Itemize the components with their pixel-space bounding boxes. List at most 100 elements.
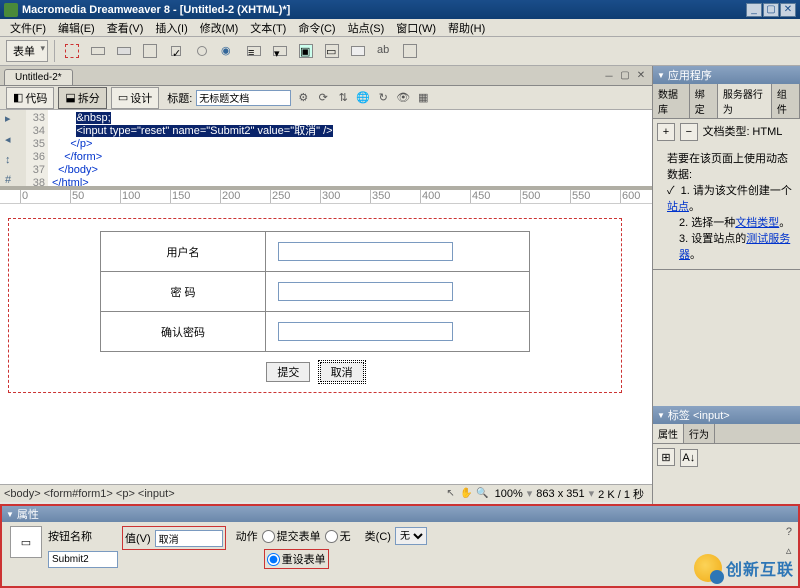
- server-behavior-help: 若要在该页面上使用动态数据: ✓ 1. 请为该文件创建一个站点。 2. 选择一种…: [653, 145, 800, 269]
- tab-behaviors[interactable]: 行为: [684, 424, 715, 443]
- page-title-input[interactable]: [196, 90, 291, 106]
- view-design-button[interactable]: ▭设计: [111, 87, 159, 109]
- doc-close-icon[interactable]: ✕: [634, 68, 648, 82]
- tab-components[interactable]: 组件: [772, 84, 800, 118]
- image-field-icon[interactable]: ▣: [295, 40, 317, 62]
- quick-tag-icon[interactable]: ▵: [786, 544, 792, 557]
- table-row: 用户名: [101, 232, 530, 272]
- hand-tool-icon[interactable]: ✋: [460, 487, 474, 501]
- application-panel-header[interactable]: ▼应用程序: [653, 66, 800, 84]
- tag-sort-alpha-icon[interactable]: A↓: [680, 449, 698, 467]
- radio-icon[interactable]: [191, 40, 213, 62]
- maximize-button[interactable]: ▢: [763, 3, 779, 17]
- select-parent-icon[interactable]: ↕: [5, 154, 21, 166]
- layout-table: 用户名 密 码 确认密码: [100, 231, 530, 352]
- submit-button[interactable]: [266, 362, 310, 382]
- tab-database[interactable]: 数据库: [653, 84, 690, 118]
- insert-category-dropdown[interactable]: 表单: [6, 40, 48, 62]
- menu-insert[interactable]: 插入(I): [149, 20, 193, 36]
- tab-bindings[interactable]: 绑定: [690, 84, 718, 118]
- menu-view[interactable]: 查看(V): [101, 20, 150, 36]
- username-input[interactable]: [278, 242, 453, 261]
- zoom-tool-icon[interactable]: 🔍: [476, 487, 490, 501]
- value-label: 值(V): [125, 530, 151, 546]
- confirm-password-input[interactable]: [278, 322, 453, 341]
- design-view-pane[interactable]: 用户名 密 码 确认密码: [0, 204, 652, 484]
- action-label: 动作: [236, 528, 258, 544]
- tag-path[interactable]: <body> <form#form1> <p> <input>: [4, 488, 443, 500]
- window-size[interactable]: 863 x 351: [532, 488, 588, 500]
- jump-menu-icon[interactable]: ▾: [269, 40, 291, 62]
- table-row: 密 码: [101, 272, 530, 312]
- help-icon[interactable]: ?: [786, 526, 792, 538]
- cancel-button[interactable]: [320, 362, 364, 382]
- select-tool-icon[interactable]: ↖: [444, 487, 458, 501]
- menu-edit[interactable]: 编辑(E): [52, 20, 101, 36]
- password-input[interactable]: [278, 282, 453, 301]
- value-input[interactable]: [155, 530, 223, 547]
- action-reset-radio[interactable]: [267, 553, 280, 566]
- action-none-radio[interactable]: [325, 530, 338, 543]
- validate-icon[interactable]: ⚙: [295, 90, 311, 106]
- checkbox-icon[interactable]: ✓: [165, 40, 187, 62]
- textfield-icon[interactable]: [87, 40, 109, 62]
- line-numbers-icon[interactable]: #: [5, 174, 21, 186]
- preview-icon[interactable]: ⟳: [315, 90, 331, 106]
- file-mgmt-icon[interactable]: ⇅: [335, 90, 351, 106]
- doc-size: 2 K / 1 秒: [594, 486, 648, 502]
- list-menu-icon[interactable]: ≡: [243, 40, 265, 62]
- expand-icon[interactable]: ◂: [5, 133, 21, 146]
- page-title-label: 标题:: [167, 90, 192, 106]
- button-icon[interactable]: [347, 40, 369, 62]
- label-username: 用户名: [101, 232, 266, 272]
- menu-commands[interactable]: 命令(C): [292, 20, 341, 36]
- collapse-icon[interactable]: ▸: [5, 112, 21, 125]
- add-behavior-button[interactable]: +: [657, 123, 675, 141]
- document-tab[interactable]: Untitled-2*: [4, 69, 73, 85]
- hidden-field-icon[interactable]: [113, 40, 135, 62]
- view-split-button[interactable]: ⬓拆分: [58, 87, 106, 109]
- view-code-button[interactable]: ◧代码: [6, 87, 54, 109]
- remove-behavior-button[interactable]: −: [680, 123, 698, 141]
- fieldset-icon[interactable]: [399, 40, 421, 62]
- refresh-icon[interactable]: ↻: [375, 90, 391, 106]
- close-button[interactable]: ✕: [780, 3, 796, 17]
- form-icon[interactable]: [61, 40, 83, 62]
- menu-modify[interactable]: 修改(M): [194, 20, 245, 36]
- radio-group-icon[interactable]: ◉: [217, 40, 239, 62]
- doc-restore-icon[interactable]: ▢: [618, 68, 632, 82]
- class-select[interactable]: 无: [395, 527, 427, 545]
- minimize-button[interactable]: _: [746, 3, 762, 17]
- link-site[interactable]: 站点: [667, 201, 689, 213]
- menu-site[interactable]: 站点(S): [342, 20, 391, 36]
- doc-minimize-icon[interactable]: －: [602, 68, 616, 82]
- action-group: 动作 提交表单 无: [236, 526, 351, 546]
- action-submit-radio[interactable]: [262, 530, 275, 543]
- tab-attributes[interactable]: 属性: [653, 424, 684, 443]
- file-field-icon[interactable]: ▭: [321, 40, 343, 62]
- tag-sort-category-icon[interactable]: ⊞: [657, 448, 675, 466]
- table-row: 确认密码: [101, 312, 530, 352]
- menu-file[interactable]: 文件(F): [4, 20, 52, 36]
- label-icon[interactable]: ab: [373, 40, 395, 62]
- window-title: Macromedia Dreamweaver 8 - [Untitled-2 (…: [22, 4, 746, 16]
- menu-help[interactable]: 帮助(H): [442, 20, 491, 36]
- code-text-area[interactable]: &nbsp; <input type="reset" name="Submit2…: [48, 110, 652, 186]
- textarea-icon[interactable]: [139, 40, 161, 62]
- tag-panel-header[interactable]: ▼标签 <input>: [653, 406, 800, 424]
- link-doctype[interactable]: 文档类型: [735, 217, 779, 229]
- label-password: 密 码: [101, 272, 266, 312]
- tab-server-behaviors[interactable]: 服务器行为: [718, 84, 772, 118]
- view-options-icon[interactable]: 👁: [395, 90, 411, 106]
- menu-window[interactable]: 窗口(W): [390, 20, 442, 36]
- button-name-label: 按钮名称: [48, 528, 92, 544]
- browser-icon[interactable]: 🌐: [355, 90, 371, 106]
- zoom-level[interactable]: 100%: [491, 488, 527, 500]
- button-name-input[interactable]: [48, 551, 118, 568]
- menu-text[interactable]: 文本(T): [244, 20, 292, 36]
- properties-panel: ▼属性 ▭ 按钮名称 值(V) 动作 提交表单 无 重设表单 类(C): [0, 504, 800, 588]
- properties-header[interactable]: ▼属性: [2, 506, 798, 522]
- tag-selector-strip: <body> <form#form1> <p> <input> ↖ ✋ 🔍 10…: [0, 484, 652, 502]
- visual-aids-icon[interactable]: ▦: [415, 90, 431, 106]
- label-confirm-password: 确认密码: [101, 312, 266, 352]
